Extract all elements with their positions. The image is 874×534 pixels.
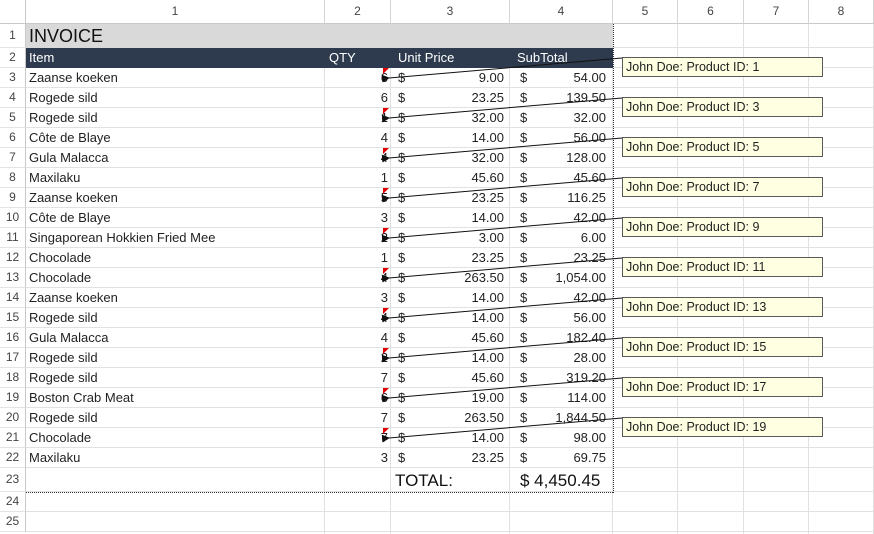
comment-connector-line (381, 337, 623, 363)
comment-indicator[interactable] (383, 68, 389, 74)
comment-box[interactable]: John Doe: Product ID: 13 (622, 297, 823, 317)
comment-indicator[interactable] (383, 268, 389, 274)
comment-box[interactable]: John Doe: Product ID: 9 (622, 217, 823, 237)
comment-indicator[interactable] (383, 428, 389, 434)
comment-connector-line (381, 177, 623, 203)
comment-box[interactable]: John Doe: Product ID: 5 (622, 137, 823, 157)
comment-connector-line (381, 417, 623, 443)
comment-indicator[interactable] (383, 188, 389, 194)
spreadsheet-grid[interactable]: 1 2 3 4 5 6 7 8 1 2 3 4 5 6 7 8 9 10 11 12 13 14 15 16 17 18 19 20 2… (0, 0, 874, 534)
comment-box[interactable]: John Doe: Product ID: 19 (622, 417, 823, 437)
comment-box[interactable]: John Doe: Product ID: 1 (622, 57, 823, 77)
comment-box[interactable]: John Doe: Product ID: 3 (622, 97, 823, 117)
comment-connector-line (381, 137, 623, 163)
comment-connector-line (381, 297, 623, 323)
comment-connector-line (381, 377, 623, 403)
comment-indicator[interactable] (383, 228, 389, 234)
comment-connector-line (381, 97, 623, 123)
comment-box[interactable]: John Doe: Product ID: 15 (622, 337, 823, 357)
comment-indicator[interactable] (383, 308, 389, 314)
comment-indicator[interactable] (383, 148, 389, 154)
comment-connector-line (381, 257, 623, 283)
comment-indicator[interactable] (383, 108, 389, 114)
comment-connector-line (381, 57, 623, 83)
comment-indicator[interactable] (383, 388, 389, 394)
comment-box[interactable]: John Doe: Product ID: 17 (622, 377, 823, 397)
comment-connector-line (381, 217, 623, 243)
comment-box[interactable]: John Doe: Product ID: 11 (622, 257, 823, 277)
comment-indicator[interactable] (383, 348, 389, 354)
comment-box[interactable]: John Doe: Product ID: 7 (622, 177, 823, 197)
